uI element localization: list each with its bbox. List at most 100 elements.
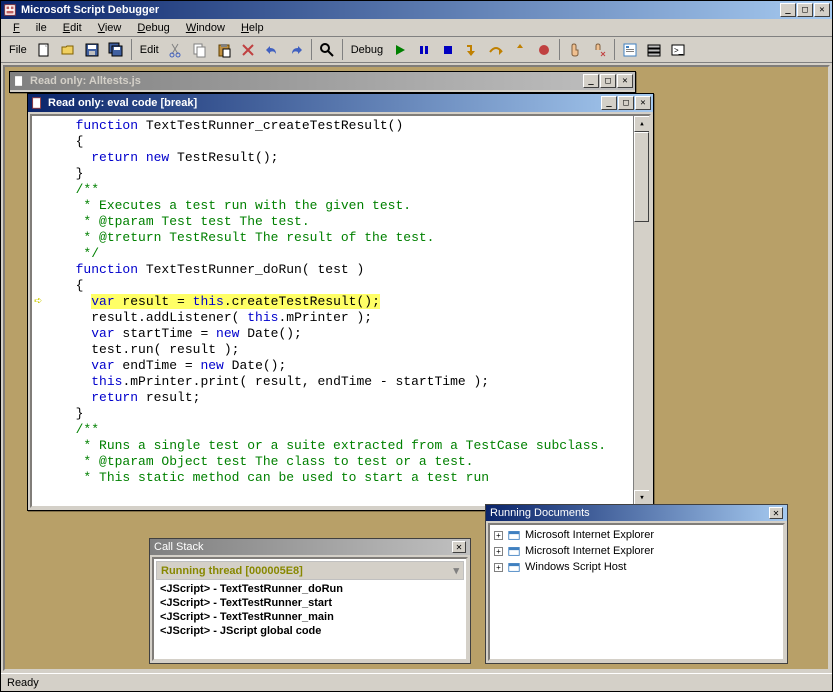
doc-minimize[interactable]: _ [583, 74, 599, 88]
running-doc-item[interactable]: + Microsoft Internet Explorer [492, 527, 781, 543]
call-stack-title[interactable]: Call Stack ✕ [150, 539, 470, 555]
mdi-area: Read only: Alltests.js _ □ ✕ Read only: … [3, 65, 830, 671]
break-arrow-icon: ➪ [34, 294, 42, 310]
call-stack-item[interactable]: <JScript> - JScript global code [156, 624, 464, 638]
expand-icon[interactable]: + [494, 531, 503, 540]
running-docs-title[interactable]: Running Documents ✕ [486, 505, 787, 521]
call-stack-button[interactable] [643, 39, 665, 61]
gutter: ➪ [32, 116, 52, 506]
code-line: return result; [60, 390, 633, 406]
redo-button[interactable] [285, 39, 307, 61]
menu-view[interactable]: View [90, 20, 130, 36]
doc-maximize[interactable]: □ [600, 74, 616, 88]
code-line: function TextTestRunner_createTestResult… [60, 118, 633, 134]
code-editor[interactable]: ➪ function TextTestRunner_createTestResu… [30, 114, 651, 508]
doc-close[interactable]: ✕ [617, 74, 633, 88]
copy-button[interactable] [189, 39, 211, 61]
break-button[interactable] [413, 39, 435, 61]
maximize-button[interactable]: □ [797, 3, 813, 17]
undo-button[interactable] [261, 39, 283, 61]
code-line: * @tparam Object test The class to test … [60, 454, 633, 470]
code-line: * @treturn TestResult The result of the … [60, 230, 633, 246]
menu-window[interactable]: Window [178, 20, 233, 36]
dropdown-icon[interactable]: ▾ [453, 564, 459, 577]
find-button[interactable] [316, 39, 338, 61]
toggle-breakpoint-hand-button[interactable] [564, 39, 586, 61]
menubar: File Edit View Debug Window Help [1, 19, 832, 37]
app-node-icon [507, 560, 521, 574]
running-doc-item[interactable]: +Windows Script Host [492, 559, 781, 575]
code-line: this.mPrinter.print( result, endTime - s… [60, 374, 633, 390]
close-button[interactable]: ✕ [814, 3, 830, 17]
running-doc-label: Microsoft Internet Explorer [525, 529, 654, 541]
statusbar: Ready [1, 673, 832, 691]
menu-edit[interactable]: Edit [55, 20, 90, 36]
eval-maximize[interactable]: □ [618, 96, 634, 110]
menu-file[interactable]: File [5, 20, 55, 36]
code-line: { [60, 134, 633, 150]
save-button[interactable] [81, 39, 103, 61]
code-line: result.addListener( this.mPrinter ); [60, 310, 633, 326]
step-over-button[interactable] [485, 39, 507, 61]
command-window-button[interactable]: >_ [667, 39, 689, 61]
doc-titlebar-eval[interactable]: Read only: eval code [break] _ □ ✕ [28, 94, 653, 112]
expand-icon[interactable]: + [494, 563, 503, 572]
code-line: var endTime = new Date(); [60, 358, 633, 374]
main-window: Microsoft Script Debugger _ □ ✕ File Edi… [0, 0, 833, 692]
toolbar: File Edit Debug [1, 37, 832, 63]
call-stack-item[interactable]: <JScript> - TextTestRunner_start [156, 596, 464, 610]
eval-close[interactable]: ✕ [635, 96, 651, 110]
code-line: */ [60, 246, 633, 262]
new-file-button[interactable] [33, 39, 55, 61]
titlebar: Microsoft Script Debugger _ □ ✕ [1, 1, 832, 19]
code-line: * This static method can be used to star… [60, 470, 633, 486]
menu-debug[interactable]: Debug [129, 20, 177, 36]
scroll-thumb[interactable] [634, 132, 649, 222]
toolbar-edit-label: Edit [136, 44, 163, 56]
scroll-up-button[interactable]: ▴ [634, 116, 650, 132]
call-stack-panel: Call Stack ✕ Running thread [000005E8] ▾… [149, 538, 471, 664]
code-line: test.run( result ); [60, 342, 633, 358]
code-line: var result = this.createTestResult(); [60, 294, 633, 310]
app-node-icon [507, 528, 521, 542]
running-docs-button[interactable] [619, 39, 641, 61]
code-line: { [60, 278, 633, 294]
code-line: var startTime = new Date(); [60, 326, 633, 342]
menu-help[interactable]: Help [233, 20, 272, 36]
running-doc-item[interactable]: +Microsoft Internet Explorer [492, 543, 781, 559]
doc-title-alltests: Read only: Alltests.js [30, 75, 141, 87]
vertical-scrollbar[interactable]: ▴ ▾ [633, 116, 649, 506]
running-documents-panel: Running Documents ✕ + Microsoft Internet … [485, 504, 788, 664]
app-node-icon [507, 544, 521, 558]
expand-icon[interactable]: + [494, 547, 503, 556]
stop-button[interactable] [437, 39, 459, 61]
eval-minimize[interactable]: _ [601, 96, 617, 110]
call-stack-close[interactable]: ✕ [452, 541, 466, 553]
window-controls: _ □ ✕ [780, 3, 830, 17]
call-stack-item[interactable]: <JScript> - TextTestRunner_main [156, 610, 464, 624]
running-docs-body[interactable]: +Microsoft Internet Explorer+Microsoft I… [488, 523, 785, 661]
run-button[interactable] [389, 39, 411, 61]
call-stack-body[interactable]: Running thread [000005E8] ▾ <JScript> - … [152, 557, 468, 661]
code-line: * @tparam Test test The test. [60, 214, 633, 230]
open-file-button[interactable] [57, 39, 79, 61]
step-out-button[interactable] [509, 39, 531, 61]
save-all-button[interactable] [105, 39, 127, 61]
call-stack-thread-header[interactable]: Running thread [000005E8] ▾ [156, 561, 464, 580]
doc-titlebar-alltests[interactable]: Read only: Alltests.js _ □ ✕ [10, 72, 635, 90]
toolbar-file-label: File [5, 44, 31, 56]
running-docs-close[interactable]: ✕ [769, 507, 783, 519]
step-into-button[interactable] [461, 39, 483, 61]
paste-button[interactable] [213, 39, 235, 61]
svg-text:>_: >_ [674, 46, 684, 55]
delete-button[interactable] [237, 39, 259, 61]
code-line: * Executes a test run with the given tes… [60, 198, 633, 214]
toggle-breakpoint-button[interactable] [533, 39, 555, 61]
code-line: } [60, 406, 633, 422]
call-stack-item[interactable]: <JScript> - TextTestRunner_doRun [156, 582, 464, 596]
code-line: * Runs a single test or a suite extracte… [60, 438, 633, 454]
clear-breakpoints-button[interactable] [588, 39, 610, 61]
cut-button[interactable] [165, 39, 187, 61]
minimize-button[interactable]: _ [780, 3, 796, 17]
code-line: /** [60, 422, 633, 438]
